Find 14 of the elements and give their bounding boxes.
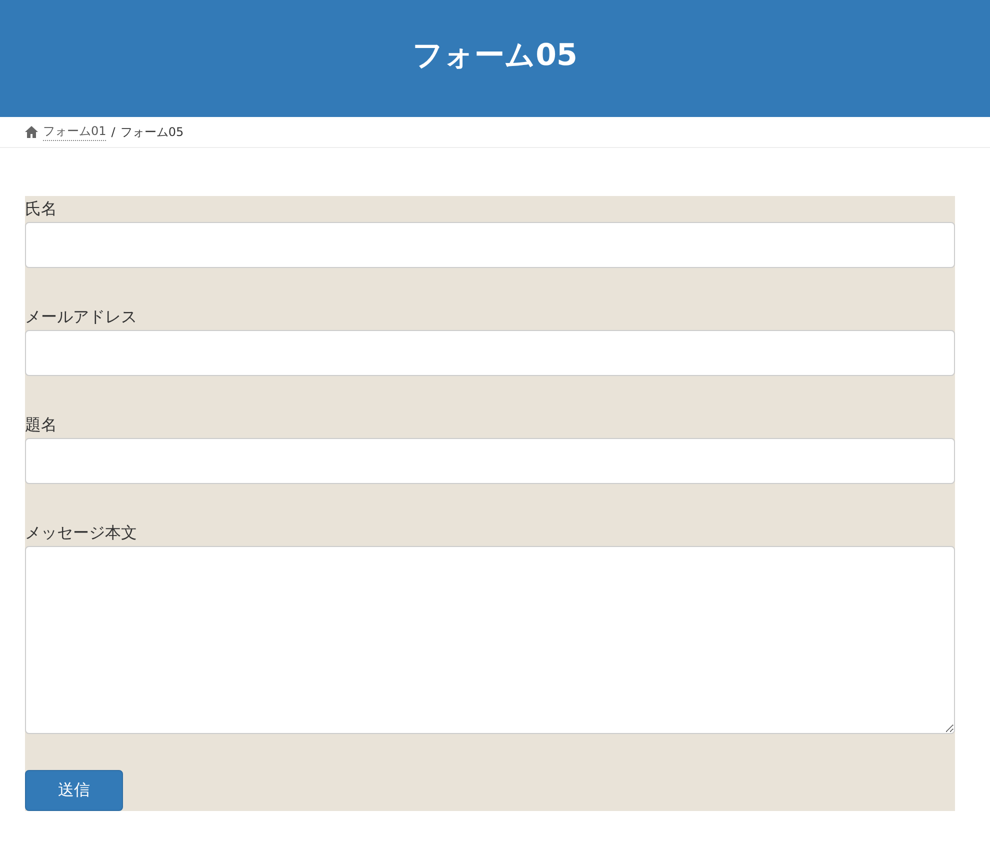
input-field[interactable] bbox=[25, 330, 955, 376]
breadcrumb-current: フォーム05 bbox=[120, 124, 184, 140]
input-field[interactable] bbox=[25, 222, 955, 268]
input-field[interactable] bbox=[25, 438, 955, 484]
breadcrumb-link[interactable]: フォーム01 bbox=[43, 123, 106, 141]
field-label: 氏名 bbox=[25, 198, 57, 220]
page-title: フォーム05 bbox=[412, 37, 578, 75]
submit-button[interactable]: 送信 bbox=[25, 770, 123, 811]
home-icon[interactable] bbox=[25, 126, 38, 138]
field-label: 題名 bbox=[25, 414, 57, 436]
field-label: メッセージ本文 bbox=[25, 522, 137, 544]
field-label: メールアドレス bbox=[25, 306, 137, 328]
message-field[interactable] bbox=[25, 546, 955, 734]
breadcrumb-separator: / bbox=[111, 125, 116, 139]
